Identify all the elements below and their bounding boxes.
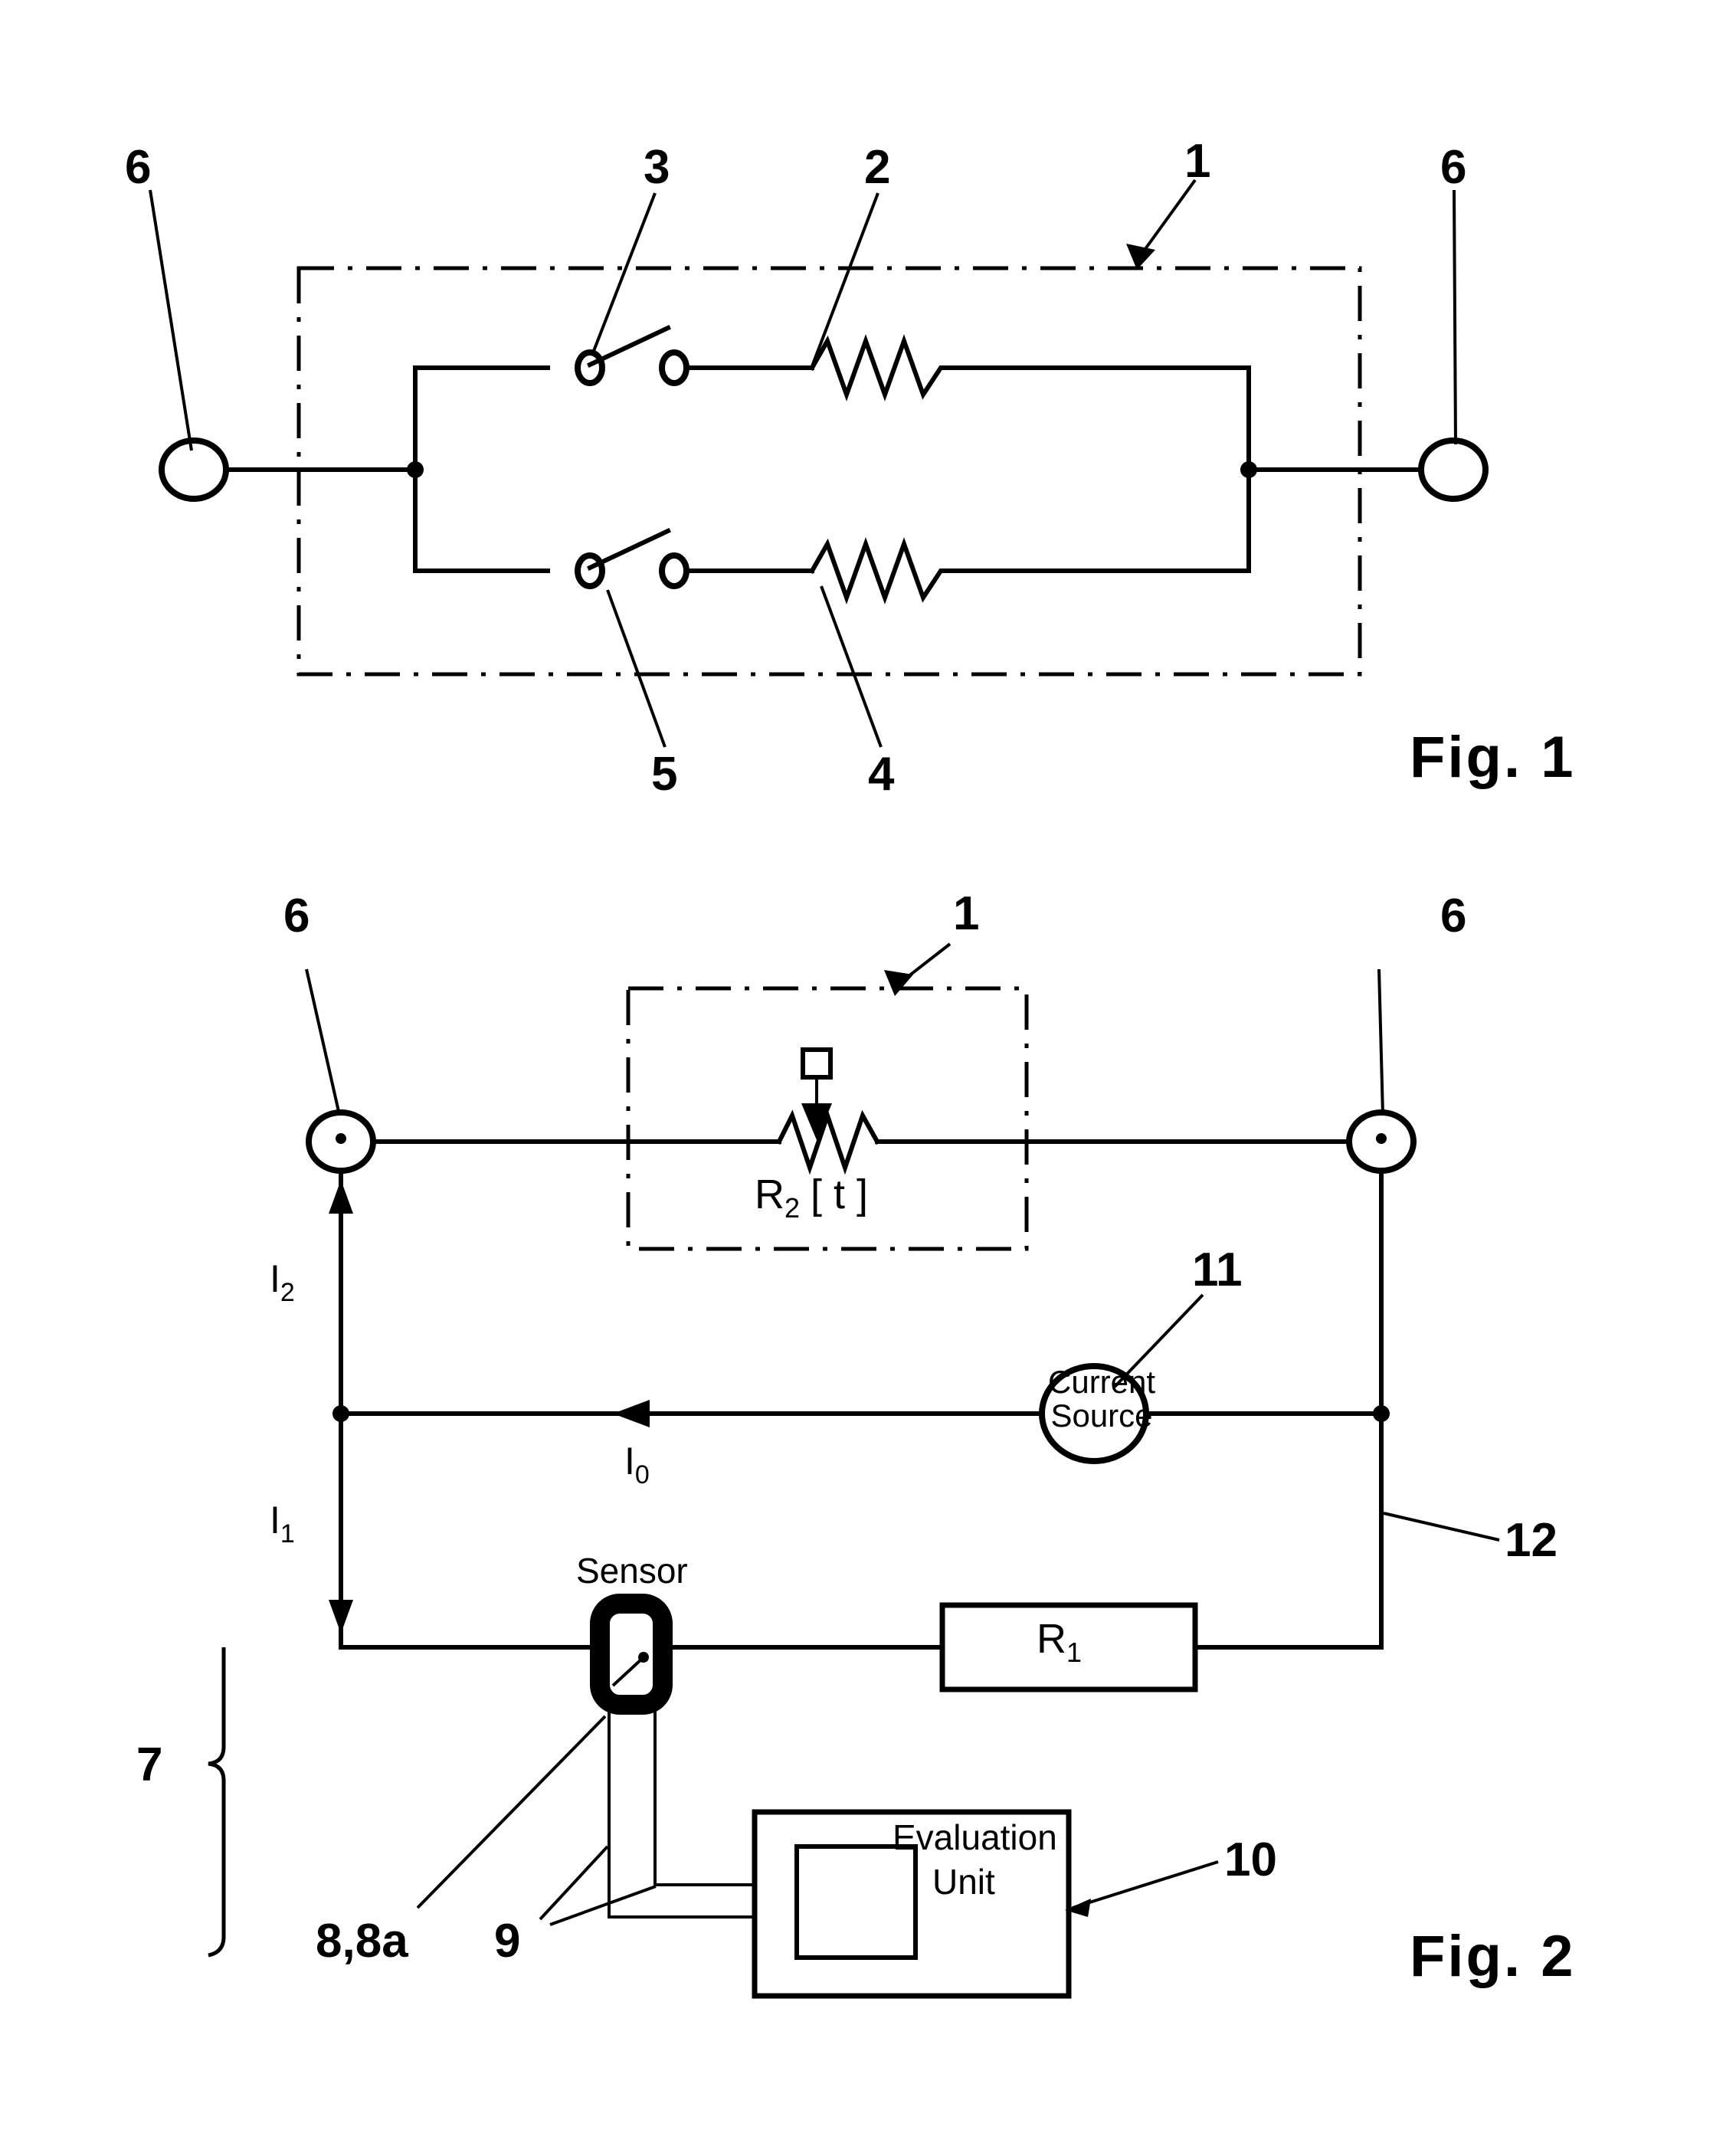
fig2-label-evaluation-unit: Evaluation Unit [893, 1816, 1057, 1904]
fig1-numeral-6-right: 6 [1440, 141, 1467, 194]
fig2-label-i0-main: I [624, 1440, 635, 1483]
figure-2 [208, 942, 1500, 1999]
fig1-lower-switch [575, 528, 814, 589]
fig2-label-current-source: Current Source [1048, 1365, 1155, 1433]
fig2-i0-arrowhead [613, 1400, 650, 1427]
fig2-numeral-9: 9 [494, 1915, 521, 1968]
fig2-label-r1: R1 [1037, 1615, 1082, 1668]
fig2-thermal-actuator-symbol [801, 1047, 833, 1140]
fig2-numeral-10: 10 [1224, 1833, 1277, 1886]
fig1-numeral-6-left: 6 [125, 141, 152, 194]
fig2-label-r2-sub: 2 [784, 1192, 801, 1224]
fig2-label-r1-main: R [1037, 1616, 1066, 1662]
figures-canvas [149, 179, 1500, 1999]
fig1-upper-switch [575, 325, 814, 386]
fig2-leader-6-right [1377, 968, 1384, 1116]
fig2-label-i2: I2 [270, 1257, 295, 1307]
fig2-sensor-leads [608, 1705, 758, 1919]
fig2-leader-12 [1383, 1512, 1500, 1542]
patent-drawing-sheet: 6 3 2 1 6 5 4 Fig. 1 6 1 6 11 12 7 8,8a … [0, 0, 1736, 2143]
fig2-label-i1-main: I [270, 1499, 280, 1542]
fig2-numeral-6-left: 6 [283, 890, 310, 942]
fig2-label-i2-sub: 2 [280, 1278, 295, 1307]
fig1-numeral-2: 2 [864, 141, 891, 194]
fig1-leader-6-right [1453, 189, 1457, 445]
fig1-upper-resistor [808, 334, 1128, 401]
fig1-lower-resistor [808, 537, 1128, 605]
fig2-arrowhead-1 [884, 970, 913, 996]
fig1-right-node [1124, 365, 1257, 573]
fig2-label-i0-sub: 0 [634, 1460, 650, 1489]
fig2-leader-6-left [305, 968, 341, 1116]
fig1-left-node [407, 365, 550, 573]
fig1-caption: Fig. 1 [1410, 725, 1576, 790]
fig2-numeral-6-right: 6 [1440, 890, 1467, 942]
fig2-label-r1-sub: 1 [1066, 1637, 1083, 1668]
fig1-numeral-4: 4 [868, 748, 895, 801]
fig2-label-r2-arg: [ t ] [811, 1171, 869, 1217]
fig1-right-terminal [1246, 437, 1489, 502]
fig2-label-r2-main: R [755, 1171, 784, 1217]
fig1-numeral-1: 1 [1184, 135, 1211, 188]
fig1-leader-4 [820, 585, 883, 748]
fig1-enclosure-dashdot [296, 266, 1362, 677]
fig1-leader-6-left [149, 189, 193, 451]
fig1-numeral-5: 5 [651, 748, 678, 801]
fig2-brace-7 [208, 1647, 226, 1958]
fig1-leader-2 [811, 192, 879, 367]
fig2-i1-arrowhead [329, 1600, 353, 1633]
fig1-leader-5 [606, 589, 667, 748]
fig2-label-evaluation-line2: Unit [932, 1861, 995, 1902]
fig1-arrowhead-1 [1126, 244, 1155, 270]
figure-1 [149, 179, 1489, 748]
fig2-numeral-12: 12 [1505, 1514, 1557, 1567]
fig1-numeral-3: 3 [644, 141, 670, 194]
fig2-label-sensor: Sensor [576, 1551, 688, 1591]
fig1-left-terminal [159, 437, 416, 502]
fig2-current-source-branch [332, 1363, 1390, 1464]
fig2-numeral-8-8a: 8,8a [316, 1915, 408, 1968]
fig2-numeral-7: 7 [136, 1738, 163, 1791]
fig1-leader-3 [592, 192, 657, 352]
fig2-label-r2: R2 [ t ] [755, 1171, 869, 1224]
fig2-right-terminal [1346, 1109, 1417, 1650]
fig2-top-branch [371, 1108, 1353, 1175]
fig2-label-current-source-line2: Source [1050, 1398, 1153, 1434]
fig2-numeral-1: 1 [953, 887, 980, 940]
fig2-label-i0: I0 [624, 1439, 650, 1489]
fig2-label-current-source-line1: Current [1048, 1364, 1156, 1400]
fig2-sensor [590, 1594, 673, 1715]
fig2-label-i1-sub: 1 [280, 1519, 295, 1548]
fig2-i2-arrowhead [329, 1180, 353, 1214]
fig2-label-i1: I1 [270, 1498, 295, 1548]
fig2-numeral-11: 11 [1192, 1244, 1243, 1296]
fig2-label-evaluation-line1: Evaluation [893, 1817, 1057, 1857]
fig2-label-i2-main: I [270, 1257, 280, 1300]
fig2-leader-10 [1072, 1860, 1219, 1909]
fig2-caption: Fig. 2 [1410, 1924, 1576, 1989]
